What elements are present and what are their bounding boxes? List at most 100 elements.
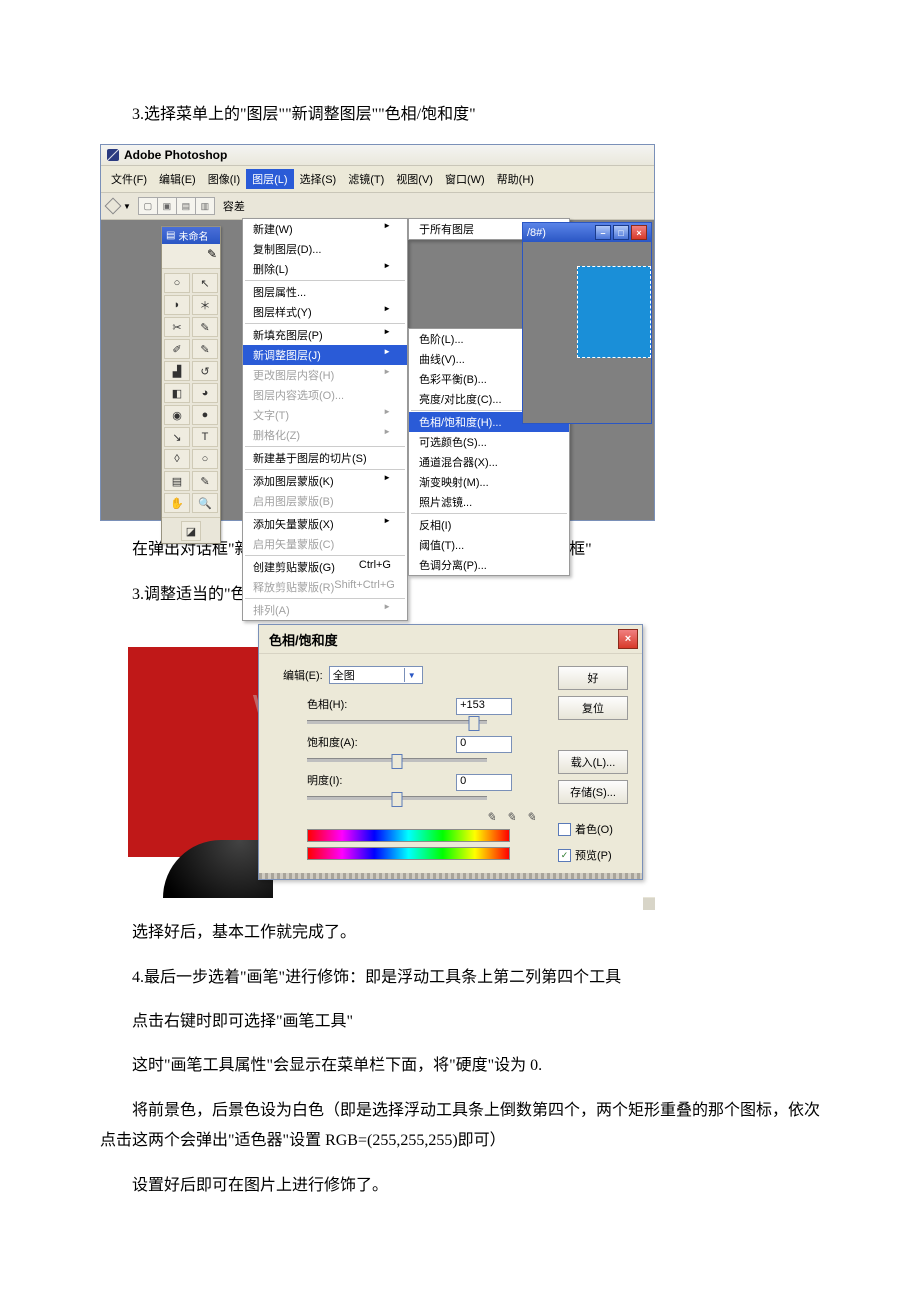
move-tool-icon[interactable]: ↖: [192, 273, 218, 293]
menu-item[interactable]: 通道混合器(X)...: [409, 452, 569, 472]
app-title: Adobe Photoshop: [124, 148, 227, 162]
menu-item[interactable]: 新建(W): [243, 219, 407, 239]
stamp-tool-icon[interactable]: ▟: [164, 361, 190, 381]
hue-input[interactable]: +153: [456, 698, 512, 715]
menu-bar[interactable]: 文件(F)编辑(E)图像(I)图层(L)选择(S)滤镜(T)视图(V)窗口(W)…: [101, 166, 654, 193]
maximize-icon[interactable]: □: [613, 225, 629, 240]
eyedropper-add-icon[interactable]: ✎: [506, 810, 520, 824]
menu-item: 释放剪贴蒙版(R)Shift+Ctrl+G: [243, 577, 407, 597]
slider-thumb[interactable]: [392, 792, 403, 807]
menu-1[interactable]: 编辑(E): [153, 169, 202, 189]
menu-item[interactable]: 可选颜色(S)...: [409, 432, 569, 452]
lasso-tool-icon[interactable]: ◗: [164, 295, 190, 315]
crop-tool-icon[interactable]: ✂: [164, 317, 190, 337]
menu-item[interactable]: 添加图层蒙版(K): [243, 471, 407, 491]
colorize-checkbox[interactable]: 着色(O): [558, 821, 628, 837]
brush-tool-icon[interactable]: ✎: [192, 339, 218, 359]
slider-thumb[interactable]: [469, 716, 480, 731]
minimize-icon[interactable]: –: [595, 225, 611, 240]
menu-item[interactable]: 删除(L): [243, 259, 407, 279]
eyedrop-tool-icon[interactable]: ✎: [192, 471, 218, 491]
edit-value: 全图: [333, 667, 355, 683]
menu-item[interactable]: 阈值(T)...: [409, 535, 569, 555]
menu-5[interactable]: 滤镜(T): [342, 169, 390, 189]
notes-tool-icon[interactable]: ▤: [164, 471, 190, 491]
paragraph: 4.最后一步选着"画笔"进行修饰：即是浮动工具条上第二列第四个工具: [100, 963, 820, 993]
toolbox-grid[interactable]: ○ ↖ ◗ ＊ ✂ ✎ ✐ ✎ ▟ ↺ ◧ ◕ ◉ ● ↘ T ◊: [162, 269, 220, 517]
checkbox-icon[interactable]: ✓: [558, 849, 571, 862]
color-swap-icon[interactable]: ◪: [181, 521, 201, 541]
path-tool-icon[interactable]: ↘: [164, 427, 190, 447]
sat-input[interactable]: 0: [456, 736, 512, 753]
load-button[interactable]: 载入(L)...: [558, 750, 628, 774]
edit-combo[interactable]: 全图 ▼: [329, 666, 423, 684]
menu-item[interactable]: 新调整图层(J): [243, 345, 407, 365]
eraser-tool-icon[interactable]: ◧: [164, 383, 190, 403]
blur-tool-icon[interactable]: ◉: [164, 405, 190, 425]
menu-0[interactable]: 文件(F): [105, 169, 153, 189]
close-icon[interactable]: ×: [631, 225, 647, 240]
menu-7[interactable]: 窗口(W): [439, 169, 491, 189]
dialog-title-bar[interactable]: 色相/饱和度 ×: [259, 625, 642, 654]
selection-mode-icons[interactable]: ▢▣▤▥: [139, 197, 215, 215]
menu-item[interactable]: 渐变映射(M)...: [409, 472, 569, 492]
sat-slider[interactable]: [307, 758, 487, 762]
dialog-title: 色相/饱和度: [269, 630, 338, 649]
menu-item[interactable]: 创建剪贴蒙版(G)Ctrl+G: [243, 557, 407, 577]
pen-tool-icon[interactable]: ◊: [164, 449, 190, 469]
slice-tool-icon[interactable]: ✎: [192, 317, 218, 337]
menu-item[interactable]: 照片滤镜...: [409, 492, 569, 512]
menu-3[interactable]: 图层(L): [246, 169, 293, 189]
slider-thumb[interactable]: [392, 754, 403, 769]
menu-item[interactable]: 新建基于图层的切片(S): [243, 448, 407, 468]
grip-bar: [259, 873, 642, 879]
type-tool-icon[interactable]: T: [192, 427, 218, 447]
light-input[interactable]: 0: [456, 774, 512, 791]
zoom-tool-icon[interactable]: 🔍: [192, 493, 218, 513]
history-tool-icon[interactable]: ↺: [192, 361, 218, 381]
hue-sat-dialog[interactable]: 色相/饱和度 × 编辑(E): 全图 ▼ 色相(H): +153: [258, 624, 643, 880]
menu-item[interactable]: 添加矢量蒙版(X): [243, 514, 407, 534]
menu-2[interactable]: 图像(I): [202, 169, 246, 189]
menu-6[interactable]: 视图(V): [390, 169, 439, 189]
layer-menu-dropdown[interactable]: 新建(W)复制图层(D)...删除(L) 图层属性...图层样式(Y) 新填充图层(…: [242, 218, 408, 621]
menu-item[interactable]: 图层属性...: [243, 282, 407, 302]
light-slider[interactable]: [307, 796, 487, 800]
document-window[interactable]: /8#) – □ ×: [522, 222, 652, 424]
hand-tool-icon[interactable]: ✋: [164, 493, 190, 513]
tools-title[interactable]: ▤ 未命名: [162, 227, 220, 244]
menu-item: 启用图层蒙版(B): [243, 491, 407, 511]
dodge-tool-icon[interactable]: ●: [192, 405, 218, 425]
wand-tool-icon[interactable]: ＊: [192, 295, 218, 315]
save-button[interactable]: 存储(S)...: [558, 780, 628, 804]
hue-slider[interactable]: [307, 720, 487, 724]
reset-button[interactable]: 复位: [558, 696, 628, 720]
ok-button[interactable]: 好: [558, 666, 628, 690]
light-label: 明度(I):: [273, 772, 365, 788]
tool-indicator-icon: ▼: [107, 200, 131, 212]
menu-8[interactable]: 帮助(H): [491, 169, 540, 189]
menu-item[interactable]: 复制图层(D)...: [243, 239, 407, 259]
menu-item[interactable]: 反相(I): [409, 515, 569, 535]
document-title-bar[interactable]: /8#) – □ ×: [523, 223, 651, 242]
paragraph: 这时"画笔工具属性"会显示在菜单栏下面，将"硬度"设为 0.: [100, 1051, 820, 1081]
red-preview: [128, 647, 268, 857]
checkbox-icon[interactable]: [558, 823, 571, 836]
shape-tool-icon[interactable]: ○: [192, 449, 218, 469]
menu-item[interactable]: 图层样式(Y): [243, 302, 407, 322]
preview-checkbox[interactable]: ✓ 预览(P): [558, 847, 628, 863]
marquee-tool-icon[interactable]: ○: [164, 273, 190, 293]
eyedropper-icon[interactable]: ✎: [486, 810, 500, 824]
menu-4[interactable]: 选择(S): [294, 169, 343, 189]
heal-tool-icon[interactable]: ✐: [164, 339, 190, 359]
tools-panel[interactable]: ▤ 未命名 ✎ ○ ↖ ◗ ＊ ✂ ✎ ✐ ✎ ▟ ↺ ◧: [161, 226, 221, 544]
options-bar[interactable]: ▼ ▢▣▤▥ 容差: [101, 193, 654, 220]
chevron-down-icon[interactable]: ▼: [404, 668, 419, 682]
menu-item[interactable]: 新填充图层(P): [243, 325, 407, 345]
bucket-tool-icon[interactable]: ◕: [192, 383, 218, 403]
eyedropper-sub-icon[interactable]: ✎: [526, 810, 540, 824]
close-icon[interactable]: ×: [618, 629, 638, 649]
paragraph: 3.调整适当的"色相值"即可: [100, 580, 820, 610]
paragraph: 3.选择菜单上的"图层""新调整图层""色相/饱和度": [100, 100, 820, 130]
menu-item[interactable]: 色调分离(P)...: [409, 555, 569, 575]
